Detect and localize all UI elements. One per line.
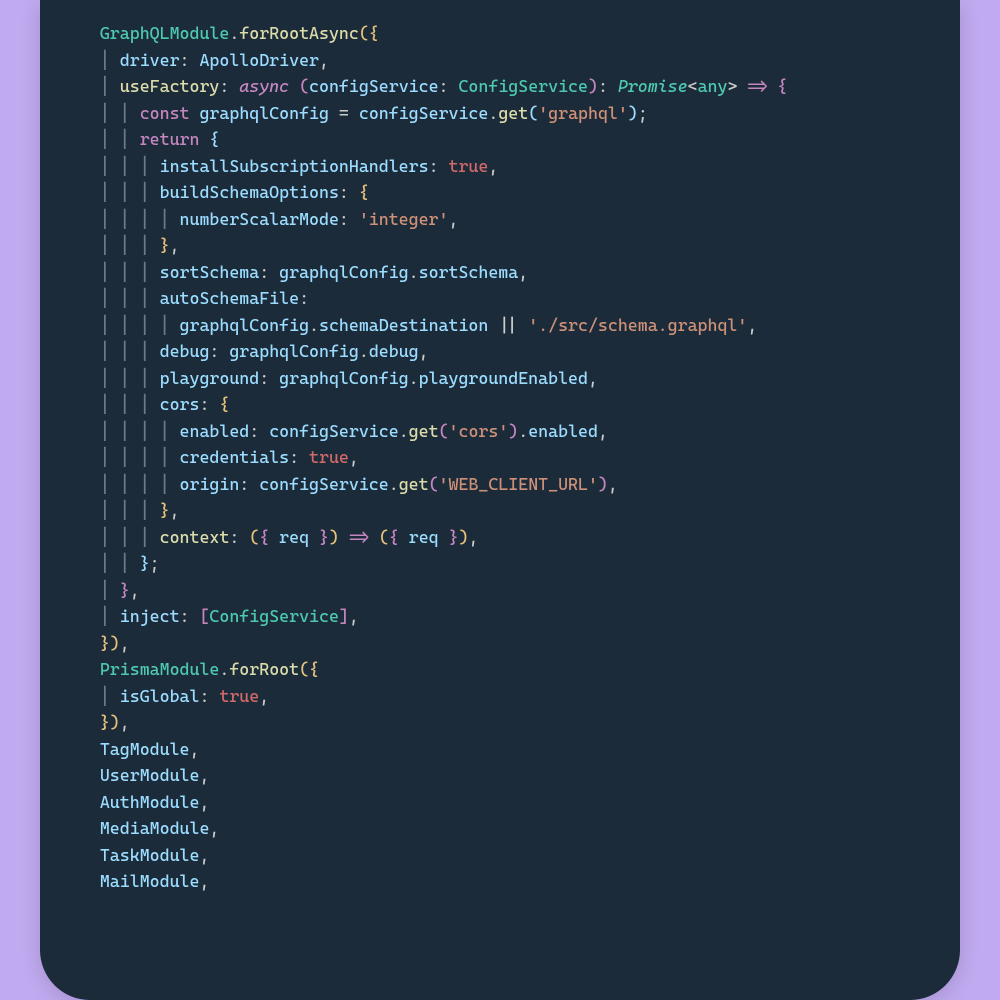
tok-async: async xyxy=(239,76,289,96)
tok-driver: driver xyxy=(120,50,180,70)
tok-const: const xyxy=(140,103,190,123)
tok-return: return xyxy=(140,129,200,149)
tok-GraphQLModule: GraphQLModule xyxy=(100,23,230,43)
tok-ConfigService: ConfigService xyxy=(458,76,588,96)
tok-useFactory: useFactory xyxy=(120,76,220,96)
tok-debug: debug xyxy=(160,341,210,361)
tok-installSub: installSubscriptionHandlers xyxy=(160,156,429,176)
tok-PrismaModule: PrismaModule xyxy=(100,659,220,679)
tok-sortSchema: sortSchema xyxy=(160,262,260,282)
code-card: GraphQLModule.forRootAsync({ │ driver: A… xyxy=(40,0,960,1000)
tok-TagModule: TagModule xyxy=(100,739,190,759)
tok-playEnabled: playgroundEnabled xyxy=(419,368,588,388)
tok-req: req xyxy=(279,527,309,547)
tok-credentials: credentials xyxy=(180,447,290,467)
tok-AuthModule: AuthModule xyxy=(100,792,200,812)
tok-graphqlConfig: graphqlConfig xyxy=(199,103,329,123)
tok-UserModule: UserModule xyxy=(100,765,200,785)
tok-configService: configService xyxy=(309,76,439,96)
tok-TaskModule: TaskModule xyxy=(100,845,200,865)
tok-str-cors: 'cors' xyxy=(449,421,509,441)
tok-playground: playground xyxy=(160,368,260,388)
tok-forRootAsync: forRootAsync xyxy=(239,23,359,43)
tok-forRoot: forRoot xyxy=(229,659,299,679)
tok-MediaModule: MediaModule xyxy=(100,818,210,838)
tok-isGlobal: isGlobal xyxy=(120,686,200,706)
tok-ApolloDriver: ApolloDriver xyxy=(199,50,319,70)
tok-buildSchema: buildSchemaOptions xyxy=(160,182,339,202)
tok-any: any xyxy=(698,76,728,96)
code-block: GraphQLModule.forRootAsync({ │ driver: A… xyxy=(60,20,960,895)
tok-autoSchema: autoSchemaFile xyxy=(160,288,299,308)
tok-origin: origin xyxy=(180,474,240,494)
tok-numScalar: numberScalarMode xyxy=(180,209,339,229)
tok-enabled: enabled xyxy=(180,421,250,441)
tok-MailModule: MailModule xyxy=(100,871,200,891)
tok-true: true xyxy=(448,156,488,176)
tok-get: get xyxy=(498,103,528,123)
tok-cors: cors xyxy=(160,394,200,414)
tok-str-web: 'WEB_CLIENT_URL' xyxy=(439,474,598,494)
tok-inject: inject xyxy=(120,606,180,626)
tok-Promise: Promise xyxy=(618,76,688,96)
tok-str-graphql: 'graphql' xyxy=(538,103,628,123)
tok-str-integer: 'integer' xyxy=(359,209,449,229)
tok-schemaDest: schemaDestination xyxy=(319,315,488,335)
tok-context: context xyxy=(160,527,230,547)
tok-str-path: './src/schema.graphql' xyxy=(528,315,747,335)
